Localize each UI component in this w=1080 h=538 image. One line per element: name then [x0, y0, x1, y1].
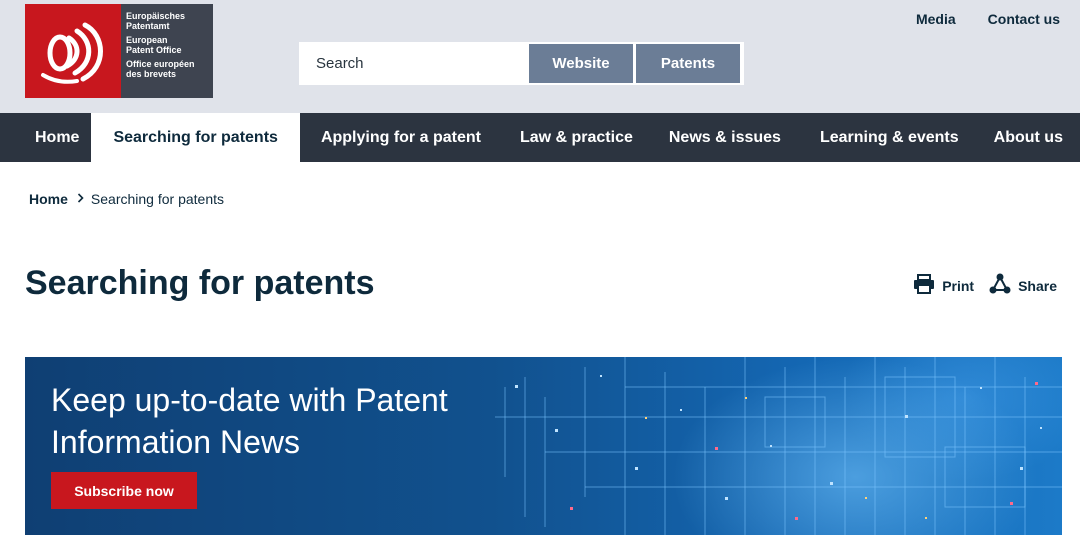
logo-line: Patentamt — [126, 21, 170, 31]
share-label: Share — [1018, 277, 1057, 294]
epo-logo-mark-icon — [25, 4, 121, 98]
main-navigation: Home Searching for patents Applying for … — [0, 113, 1080, 162]
nav-item-about-us[interactable]: About us — [977, 113, 1080, 162]
printer-icon — [913, 274, 935, 297]
newsletter-banner: Keep up-to-date with Patent Information … — [25, 357, 1062, 535]
epo-logo[interactable]: Europäisches Patentamt European Patent O… — [25, 4, 213, 98]
share-icon — [989, 273, 1011, 298]
media-link[interactable]: Media — [916, 11, 956, 27]
breadcrumb-home-link[interactable]: Home — [29, 191, 68, 207]
chevron-right-icon — [77, 192, 84, 206]
epo-logo-wordmark: Europäisches Patentamt European Patent O… — [121, 4, 213, 98]
subscribe-now-button[interactable]: Subscribe now — [51, 472, 197, 509]
logo-line: des brevets — [126, 69, 177, 79]
nav-item-news-and-issues[interactable]: News & issues — [651, 113, 801, 162]
utility-links: Media Contact us — [916, 11, 1060, 27]
logo-line: Office européen — [126, 59, 195, 69]
site-search: Website Patents — [299, 42, 744, 85]
logo-line: Europäisches — [126, 11, 186, 21]
nav-item-learning-and-events[interactable]: Learning & events — [801, 113, 977, 162]
nav-item-searching-for-patents[interactable]: Searching for patents — [91, 113, 300, 162]
nav-item-law-and-practice[interactable]: Law & practice — [501, 113, 651, 162]
share-button[interactable]: Share — [989, 273, 1057, 298]
banner-title: Keep up-to-date with Patent Information … — [51, 382, 448, 460]
print-label: Print — [942, 277, 975, 294]
breadcrumb: Home Searching for patents — [29, 191, 224, 207]
logo-line: European — [126, 35, 168, 45]
breadcrumb-current: Searching for patents — [90, 191, 224, 207]
search-website-button[interactable]: Website — [529, 44, 633, 83]
contact-us-link[interactable]: Contact us — [988, 11, 1060, 27]
site-header: Europäisches Patentamt European Patent O… — [0, 0, 1080, 113]
search-input[interactable] — [300, 43, 528, 84]
logo-line: Patent Office — [126, 45, 182, 55]
page-actions: Print Share — [913, 273, 1057, 298]
nav-item-applying-for-a-patent[interactable]: Applying for a patent — [300, 113, 501, 162]
print-button[interactable]: Print — [913, 274, 974, 297]
page-title: Searching for patents — [25, 264, 375, 302]
nav-item-home[interactable]: Home — [0, 113, 91, 162]
search-patents-button[interactable]: Patents — [636, 44, 740, 83]
